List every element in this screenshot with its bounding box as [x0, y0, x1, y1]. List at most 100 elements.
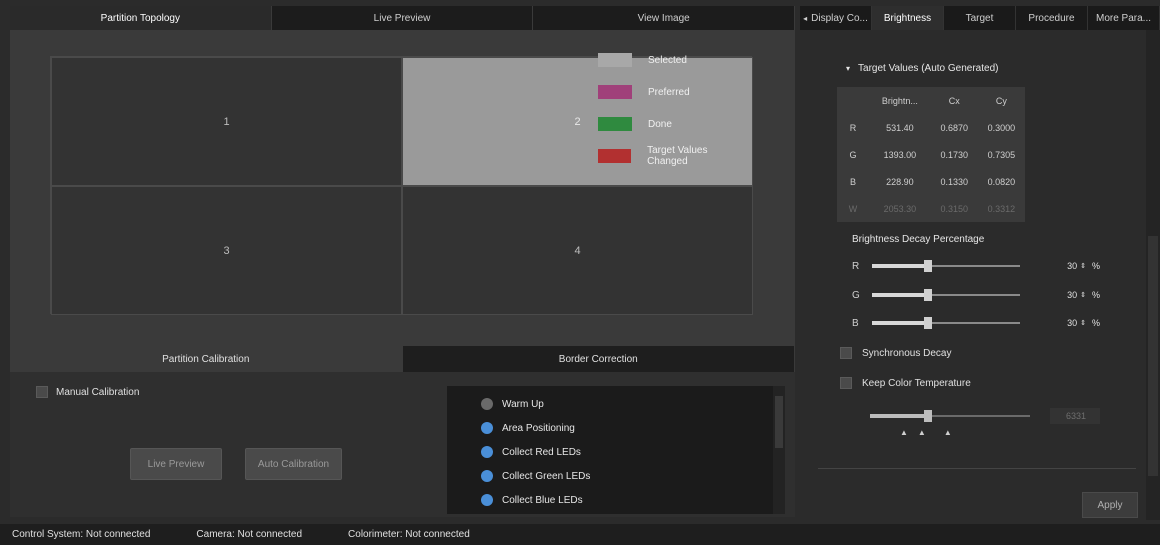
status-legend: Selected Preferred Done Target Values Ch…	[598, 44, 748, 172]
slider-handle[interactable]	[924, 289, 932, 301]
slider-handle[interactable]	[924, 260, 932, 272]
column-header: Brightn...	[881, 95, 918, 106]
color-temp-spinbox[interactable]: 6331	[1050, 408, 1100, 424]
tab-target[interactable]: Target	[944, 6, 1016, 30]
tab-display-config[interactable]: ◂ Display Co...	[800, 6, 872, 30]
table-cell: 1393.00	[883, 149, 917, 160]
procedure-scrollbar[interactable]	[773, 386, 785, 514]
status-bar: Control System: Not connected Camera: No…	[0, 524, 1160, 545]
table-cell: 0.1730	[940, 149, 969, 160]
row-label: B	[849, 176, 856, 187]
decay-spinbox-g[interactable]: 30 ⇕	[1058, 287, 1086, 303]
channel-label: R	[852, 260, 860, 272]
table-header-row: Brightn... Cx Cy	[837, 87, 1025, 114]
brightness-decay-label: Brightness Decay Percentage	[852, 234, 985, 245]
preset-marker-icon[interactable]: ▲	[900, 428, 918, 437]
scrollbar-thumb[interactable]	[1148, 236, 1158, 476]
settings-scrollbar[interactable]	[1146, 30, 1160, 520]
procedure-label: Warm Up	[502, 398, 544, 410]
scrollbar-thumb[interactable]	[775, 396, 783, 448]
procedure-label: Area Positioning	[502, 422, 575, 434]
tab-procedure[interactable]: Procedure	[1016, 6, 1088, 30]
decay-slider-row-r: R	[852, 258, 1020, 274]
table-row: R 531.40 0.6870 0.3000	[837, 114, 1025, 141]
partition-cell-4[interactable]: 4	[402, 186, 753, 315]
decay-spinbox-r[interactable]: 30 ⇕	[1058, 258, 1086, 274]
decay-slider-r[interactable]	[872, 260, 1020, 272]
collapse-arrow-icon: ◂	[803, 13, 808, 23]
camera-status: Camera: Not connected	[196, 529, 303, 540]
spin-value: 30	[1067, 290, 1078, 300]
color-temp-preset-markers: ▲▲ ▲	[900, 428, 962, 437]
corner-cell	[837, 87, 869, 114]
preset-marker-icon[interactable]: ▲	[918, 428, 936, 437]
control-system-status: Control System: Not connected	[12, 529, 151, 540]
main-tabbar: Partition Topology Live Preview View Ima…	[10, 6, 796, 30]
tab-border-correction[interactable]: Border Correction	[402, 346, 795, 372]
auto-calibration-button[interactable]: Auto Calibration	[245, 448, 342, 480]
slider-fill	[872, 293, 928, 297]
legend-label: Selected	[648, 54, 687, 66]
partition-cell-3[interactable]: 3	[51, 186, 402, 315]
channel-label: G	[852, 289, 860, 301]
row-label: G	[849, 149, 857, 160]
spin-arrows-icon[interactable]: ⇕	[1080, 291, 1086, 299]
spin-arrows-icon[interactable]: ⇕	[1080, 319, 1086, 327]
column-header: Cx	[948, 95, 960, 106]
decay-slider-b[interactable]	[872, 317, 1020, 329]
keep-color-temp-checkbox[interactable]	[840, 377, 852, 389]
legend-label: Preferred	[648, 86, 690, 98]
slider-fill	[872, 321, 928, 325]
legend-swatch	[598, 53, 632, 67]
keep-color-temp-label: Keep Color Temperature	[862, 377, 971, 389]
table-cell: 0.7305	[987, 149, 1016, 160]
table-cell: 0.6870	[940, 122, 969, 133]
active-status-icon	[481, 446, 493, 458]
row-label: R	[849, 122, 857, 133]
tab-brightness[interactable]: Brightness	[872, 6, 944, 30]
tab-partition-calibration[interactable]: Partition Calibration	[10, 346, 403, 372]
legend-swatch	[598, 117, 632, 131]
legend-item-selected: Selected	[598, 44, 748, 76]
live-preview-button[interactable]: Live Preview	[130, 448, 222, 480]
slider-handle[interactable]	[924, 410, 932, 422]
tab-more-params[interactable]: More Para...	[1088, 6, 1160, 30]
decay-spinbox-b[interactable]: 30 ⇕	[1058, 315, 1086, 331]
calibration-tabbar: Partition Calibration Border Correction	[10, 346, 795, 372]
tab-live-preview[interactable]: Live Preview	[271, 6, 534, 30]
synchronous-decay-label: Synchronous Decay	[862, 347, 952, 359]
table-row: B 228.90 0.1330 0.0820	[837, 168, 1025, 195]
manual-calibration-checkbox[interactable]	[36, 386, 48, 398]
synchronous-decay-checkbox[interactable]	[840, 347, 852, 359]
legend-swatch	[598, 85, 632, 99]
tab-partition-topology[interactable]: Partition Topology	[10, 6, 272, 30]
target-values-header[interactable]: ▾ Target Values (Auto Generated)	[846, 63, 998, 74]
slider-handle[interactable]	[924, 317, 932, 329]
preset-marker-icon[interactable]: ▲	[944, 428, 962, 437]
legend-label: Done	[648, 118, 672, 130]
color-temp-slider[interactable]	[870, 410, 1030, 422]
decay-slider-g[interactable]	[872, 289, 1020, 301]
procedure-list: Warm Up Area Positioning Collect Red LED…	[447, 386, 785, 514]
decay-slider-row-b: B	[852, 315, 1020, 331]
spin-arrows-icon[interactable]: ⇕	[1080, 262, 1086, 270]
table-cell: 0.3000	[987, 122, 1016, 133]
table-cell: 228.90	[886, 176, 914, 187]
partition-cell-1[interactable]: 1	[51, 57, 402, 186]
tab-view-image[interactable]: View Image	[533, 6, 796, 30]
brightness-settings-panel: ▾ Target Values (Auto Generated) Brightn…	[800, 30, 1150, 520]
legend-item-done: Done	[598, 108, 748, 140]
procedure-label: Collect Green LEDs	[502, 470, 591, 482]
table-row: W 2053.30 0.3150 0.3312	[837, 195, 1025, 222]
table-cell: 0.3150	[940, 203, 969, 214]
table-cell: 0.3312	[987, 203, 1016, 214]
legend-label: Target Values Changed	[647, 145, 708, 167]
apply-button[interactable]: Apply	[1082, 492, 1138, 518]
divider	[818, 468, 1136, 469]
synchronous-decay-row: Synchronous Decay	[840, 347, 952, 359]
manual-calibration-row: Manual Calibration	[36, 386, 139, 398]
list-item: Collect Green LEDs	[447, 464, 785, 488]
legend-item-target-changed: Target Values Changed	[598, 140, 748, 172]
column-header: Cy	[995, 95, 1007, 106]
procedure-label: Collect Blue LEDs	[502, 494, 583, 506]
